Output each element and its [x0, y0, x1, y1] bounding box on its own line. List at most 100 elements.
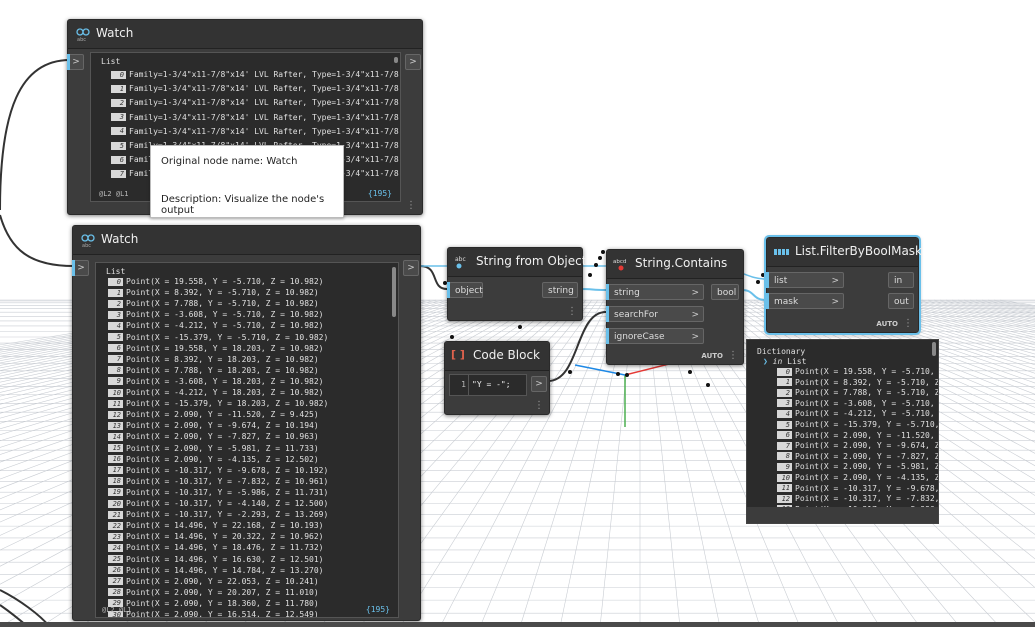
list-item: 3 Point(X = -3.608, Y = -5.710, Z [777, 398, 939, 409]
list-levels: @L2 @L1 [99, 190, 129, 198]
list-index: 12 [777, 494, 792, 503]
dictionary-in-list[interactable]: ❯ in List [763, 357, 806, 366]
list-item: 2 Point(X = 7.788, Y = -5.710, Z = [777, 387, 938, 398]
list-value: Point(X = 19.558, Y = 18.203, Z = 10.982… [126, 343, 324, 353]
chevron-right-icon: > [691, 310, 699, 320]
list-index: 5 [108, 333, 123, 341]
in-output-port[interactable]: in [888, 272, 914, 288]
code-output-port[interactable]: > [531, 376, 547, 392]
list-value: Point(X = -3.608, Y = -5.710, Z [795, 398, 939, 408]
node-header[interactable]: [ ] Code Block [445, 342, 549, 371]
line-number: 1 [450, 375, 469, 395]
list-value: Point(X = 2.090, Y = -9.674, Z = 10.194) [126, 421, 319, 431]
watch2-output-box[interactable]: List 0 Point(X = 19.558, Y = -5.710, Z = … [95, 262, 399, 618]
list-index: 24 [108, 543, 123, 552]
node-menu-icon[interactable]: ⋮ [534, 401, 544, 411]
input-connected-marker [447, 282, 450, 298]
list-value: Point(X = 7.788, Y = 18.203, Z = 10.982) [126, 365, 319, 375]
list-index: 3 [108, 310, 123, 319]
node-tooltip: Original node name: Watch Description: V… [150, 145, 344, 218]
watch-node-2[interactable]: abc Watch > > List 0 Point(X = 19.558, Y … [72, 225, 421, 621]
list-value: Point(X = 2.090, Y = 16.514, Z = 12.549) [126, 610, 319, 618]
code-text[interactable]: "Y = -"; [472, 380, 511, 389]
input-connected-marker [72, 260, 75, 276]
list-value: Family=1-3/4"x11-7/8"x14' LVL Rafter, Ty… [129, 98, 401, 108]
node-menu-icon[interactable]: ⋮ [406, 201, 416, 211]
searchfor-input-port[interactable]: searchFor > [608, 306, 704, 322]
graph-canvas[interactable]: abc Watch > > List 0 Family=1-3/4"x11-7/8… [0, 0, 1035, 627]
code-block-node[interactable]: [ ] Code Block 1 "Y = -"; > ⋮ [444, 341, 550, 415]
list-index: 14 [108, 432, 123, 441]
dictionary-header: Dictionary [757, 347, 806, 356]
list-item: 11 Point(X = -15.379, Y = 18.203, Z = 10.… [108, 398, 328, 409]
ignorecase-input-port[interactable]: ignoreCase > [608, 328, 704, 344]
list-item: 14 Point(X = 2.090, Y = -7.827, Z = 10.96… [108, 431, 319, 442]
string-icon: abc [455, 256, 466, 269]
node-header[interactable]: abc Watch [73, 226, 420, 255]
list-index: 27 [108, 577, 123, 586]
list-index: 3 [777, 399, 792, 408]
node-menu-icon[interactable]: ⋮ [567, 307, 577, 317]
list-value: Point(X = 2.090, Y = -11.520, Z [795, 430, 939, 440]
list-index: 18 [108, 477, 123, 486]
dictionary-key: in [772, 357, 783, 366]
string-contains-node[interactable]: abcd String.Contains string > searchFor > … [606, 249, 744, 365]
svg-text:abc: abc [77, 37, 86, 43]
list-index: 7 [111, 169, 126, 178]
list-index: 19 [108, 488, 123, 497]
list-item: 0 Point(X = 19.558, Y = -5.710, Z = 10.98… [108, 276, 323, 287]
list-label: List [101, 57, 121, 66]
filter-by-bool-mask-node[interactable]: List.FilterByBoolMask list > mask > in out… [764, 235, 922, 335]
list-item: 30 Point(X = 2.090, Y = 16.514, Z = 12.54… [108, 609, 319, 618]
list-item: 24 Point(X = 14.496, Y = 18.476, Z = 11.7… [108, 542, 323, 553]
watch1-output-port[interactable]: > [405, 54, 421, 70]
input-connected-marker [606, 306, 609, 322]
list-value: Point(X = 2.090, Y = -4.135, Z = [795, 473, 939, 482]
node-menu-icon[interactable]: ⋮ [728, 351, 738, 361]
code-editor[interactable]: 1 "Y = -"; [449, 374, 527, 396]
list-value: Point(X = 2.090, Y = -5.981, Z = [795, 462, 939, 472]
list-item: 9 Point(X = -3.608, Y = 18.203, Z = 10.98… [108, 376, 323, 387]
object-input-port[interactable]: object [449, 282, 483, 298]
list-item: 4 Family=1-3/4"x11-7/8"x14' LVL Rafter, T… [111, 126, 400, 137]
chevron-right-icon: ❯ [763, 357, 768, 366]
string-from-object-node[interactable]: abc String from Object object string ⋮ [447, 247, 586, 321]
dictionary-scrollbar[interactable] [932, 342, 936, 356]
watch2-output-port[interactable]: > [403, 260, 419, 276]
list-index: 4 [111, 127, 126, 136]
string-input-port[interactable]: string > [608, 284, 704, 300]
list-item: 9 Point(X = 2.090, Y = -5.981, Z = [777, 461, 939, 472]
list-icon [774, 249, 789, 255]
dictionary-preview[interactable]: Dictionary ❯ in List 0 Point(X = 19.558, … [746, 339, 939, 524]
out-output-port[interactable]: out [888, 293, 914, 309]
list-index: 2 [108, 299, 123, 308]
list-value: Point(X = 14.496, Y = 18.476, Z = 11.732… [126, 543, 324, 553]
port-label: string [548, 286, 574, 296]
list-index: 26 [108, 566, 123, 575]
watch1-scrollbar[interactable] [394, 57, 398, 63]
bool-output-port[interactable]: bool [711, 284, 739, 300]
string-output-port[interactable]: string [542, 282, 578, 298]
watch2-scrollbar[interactable] [392, 267, 396, 317]
node-header[interactable]: abc String from Object [448, 248, 586, 277]
watch1-input-port[interactable]: > [68, 54, 84, 70]
node-menu-icon[interactable]: ⋮ [903, 319, 913, 329]
watch-icon: abc [81, 234, 95, 249]
node-header[interactable]: abc Watch [68, 20, 422, 49]
node-header[interactable]: List.FilterByBoolMask [767, 238, 922, 267]
list-item: 6 Point(X = 19.558, Y = 18.203, Z = 10.98… [108, 343, 323, 354]
port-label: in [894, 276, 903, 286]
list-index: 23 [108, 532, 123, 541]
list-item: 8 Point(X = 7.788, Y = 18.203, Z = 10.982… [108, 365, 319, 376]
list-value: Point(X = -10.317, Y = -5.986, Z = 11.73… [126, 487, 329, 497]
list-value: Point(X = 2.090, Y = -5.981, Z = 11.733) [126, 443, 319, 453]
node-title: Watch [96, 26, 134, 40]
watch2-input-port[interactable]: > [73, 260, 89, 276]
list-input-port[interactable]: list > [768, 272, 844, 288]
list-item: 5 Point(X = -15.379, Y = -5.710, Z = 10.9… [108, 332, 328, 343]
mask-input-port[interactable]: mask > [768, 293, 844, 309]
list-index: 10 [777, 473, 792, 482]
node-header[interactable]: abcd String.Contains [607, 250, 743, 279]
list-index: 9 [108, 377, 123, 386]
list-item: 1 Point(X = 8.392, Y = -5.710, Z = [777, 377, 938, 388]
